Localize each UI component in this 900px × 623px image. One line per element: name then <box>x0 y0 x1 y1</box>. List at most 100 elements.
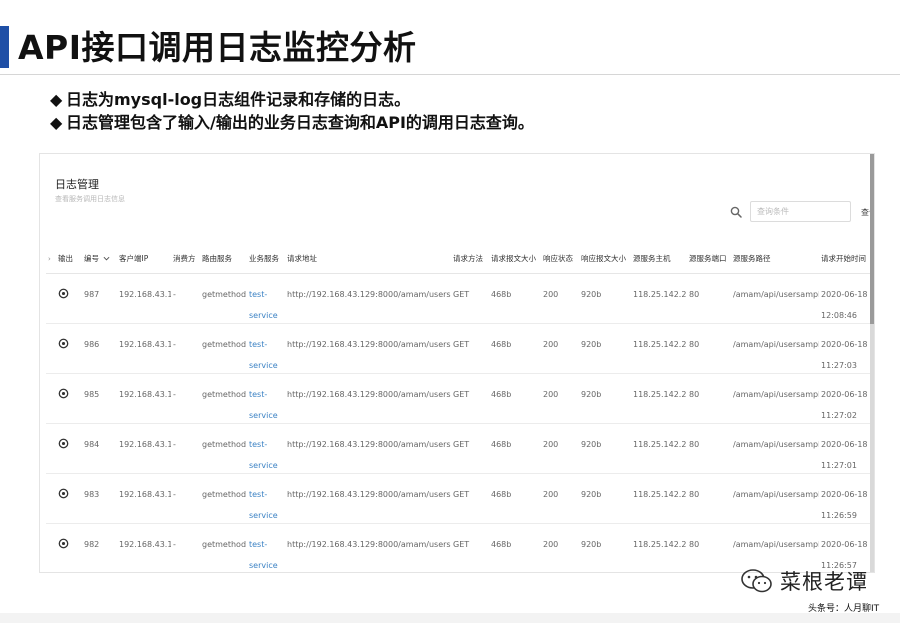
cell-route-service-link[interactable]: getmethod <box>200 523 247 572</box>
cell-method: GET <box>451 323 489 374</box>
table-row: 987 192.168.43.1- getmethod test-service htt… <box>46 273 874 324</box>
table-row: 985 192.168.43.1- getmethod test-service htt… <box>46 373 874 424</box>
view-detail-icon[interactable] <box>58 488 69 499</box>
diamond-bullet-icon: ◆ <box>50 113 63 132</box>
cell-source-host: 118.25.142.21 <box>631 523 687 572</box>
cell-status: 200 <box>541 373 579 424</box>
cell-route-service-link[interactable]: getmethod <box>200 473 247 524</box>
table-row: 982 192.168.43.1- getmethod test-service htt… <box>46 523 874 572</box>
cell-response-size: 920b <box>579 523 631 572</box>
cell-start-time: 2020-06-18 11:26:59 <box>819 473 874 524</box>
cell-business-service-link[interactable]: test-service <box>247 473 285 524</box>
cell-output <box>56 273 82 324</box>
vertical-scrollbar[interactable] <box>870 154 874 572</box>
row-spacer <box>46 373 56 424</box>
chevron-down-icon[interactable] <box>103 255 110 262</box>
cell-client-ip: 192.168.43.1 <box>117 423 171 474</box>
row-spacer <box>46 273 56 324</box>
view-detail-icon[interactable] <box>58 538 69 549</box>
cell-output <box>56 523 82 572</box>
slide-title: API接口调用日志监控分析 <box>18 28 417 67</box>
bullet-text: 日志为mysql-log日志组件记录和存储的日志。 <box>66 90 411 109</box>
cell-client-ip: 192.168.43.1 <box>117 473 171 524</box>
cell-request-url: http://192.168.43.129:8000/amam/usersamp… <box>285 523 451 572</box>
cell-status: 200 <box>541 523 579 572</box>
service-line-1: test- <box>249 439 268 449</box>
column-header: 请求地址 <box>285 244 451 274</box>
cell-response-size: 920b <box>579 473 631 524</box>
column-header: 客户端IP <box>117 244 171 274</box>
search-input[interactable] <box>750 201 851 222</box>
start-time: 12:08:46 <box>821 310 857 320</box>
start-date: 2020-06-18 <box>821 489 868 499</box>
cell-consumer: - <box>171 423 200 474</box>
title-accent-bar <box>0 26 9 68</box>
cell-request-size: 468b <box>489 523 541 572</box>
scrollbar-thumb[interactable] <box>870 154 874 324</box>
cell-method: GET <box>451 473 489 524</box>
view-detail-icon[interactable] <box>58 438 69 449</box>
cell-start-time: 2020-06-18 11:27:03 <box>819 323 874 374</box>
search-icon[interactable] <box>730 206 742 218</box>
cell-route-service-link[interactable]: getmethod <box>200 373 247 424</box>
view-detail-icon[interactable] <box>58 288 69 299</box>
cell-route-service-link[interactable]: getmethod <box>200 273 247 324</box>
start-date: 2020-06-18 <box>821 289 868 299</box>
cell-business-service-link[interactable]: test-service <box>247 423 285 474</box>
column-header: 响应报文大小 <box>579 244 631 274</box>
cell-method: GET <box>451 423 489 474</box>
cell-business-service-link[interactable]: test-service <box>247 373 285 424</box>
service-line-2: service <box>249 560 278 570</box>
row-spacer <box>46 423 56 474</box>
wechat-logo-icon <box>741 569 772 593</box>
cell-source-port: 80 <box>687 523 731 572</box>
column-header: 请求开始时间 <box>819 244 874 274</box>
cell-source-port: 80 <box>687 323 731 374</box>
cell-request-size: 468b <box>489 473 541 524</box>
table-header-row: › 输出 编号 客户端IP 消费方 路由服务 业务服务 请求地址 请求方法 请求… <box>46 244 874 274</box>
column-header: 输出 <box>56 244 82 274</box>
service-line-1: test- <box>249 489 268 499</box>
column-header: 请求方法 <box>451 244 489 274</box>
cell-consumer: - <box>171 323 200 374</box>
view-detail-icon[interactable] <box>58 338 69 349</box>
column-header: 响应状态 <box>541 244 579 274</box>
cell-output <box>56 323 82 374</box>
cell-status: 200 <box>541 273 579 324</box>
cell-business-service-link[interactable]: test-service <box>247 323 285 374</box>
expand-arrow-icon[interactable]: › <box>46 244 56 274</box>
cell-request-url: http://192.168.43.129:8000/amam/usersamp… <box>285 373 451 424</box>
column-header: 路由服务 <box>200 244 247 274</box>
cell-source-path: /amam/api/usersample <box>731 273 819 324</box>
cell-source-path: /amam/api/usersample <box>731 323 819 374</box>
cell-consumer: - <box>171 373 200 424</box>
cell-output <box>56 423 82 474</box>
start-date: 2020-06-18 <box>821 389 868 399</box>
cell-source-path: /amam/api/usersample <box>731 523 819 572</box>
watermark-name: 菜根老谭 <box>780 570 868 594</box>
cell-method: GET <box>451 373 489 424</box>
cell-business-service-link[interactable]: test-service <box>247 273 285 324</box>
cell-source-path: /amam/api/usersample <box>731 373 819 424</box>
cell-request-url: http://192.168.43.129:8000/amam/usersamp… <box>285 473 451 524</box>
service-line-1: test- <box>249 389 268 399</box>
footer-strip <box>0 613 900 623</box>
cell-output <box>56 373 82 424</box>
start-time: 11:27:02 <box>821 410 857 420</box>
cell-source-host: 118.25.142.21 <box>631 273 687 324</box>
cell-route-service-link[interactable]: getmethod <box>200 423 247 474</box>
cell-consumer: - <box>171 523 200 572</box>
view-detail-icon[interactable] <box>58 388 69 399</box>
cell-method: GET <box>451 523 489 572</box>
service-line-2: service <box>249 410 278 420</box>
cell-start-time: 2020-06-18 11:27:02 <box>819 373 874 424</box>
cell-response-size: 920b <box>579 273 631 324</box>
service-line-1: test- <box>249 539 268 549</box>
column-header-sortable[interactable]: 编号 <box>82 244 117 274</box>
start-date: 2020-06-18 <box>821 439 868 449</box>
cell-route-service-link[interactable]: getmethod <box>200 323 247 374</box>
cell-client-ip: 192.168.43.1 <box>117 373 171 424</box>
cell-business-service-link[interactable]: test-service <box>247 523 285 572</box>
column-header: 源服务主机 <box>631 244 687 274</box>
start-time: 11:26:59 <box>821 510 857 520</box>
